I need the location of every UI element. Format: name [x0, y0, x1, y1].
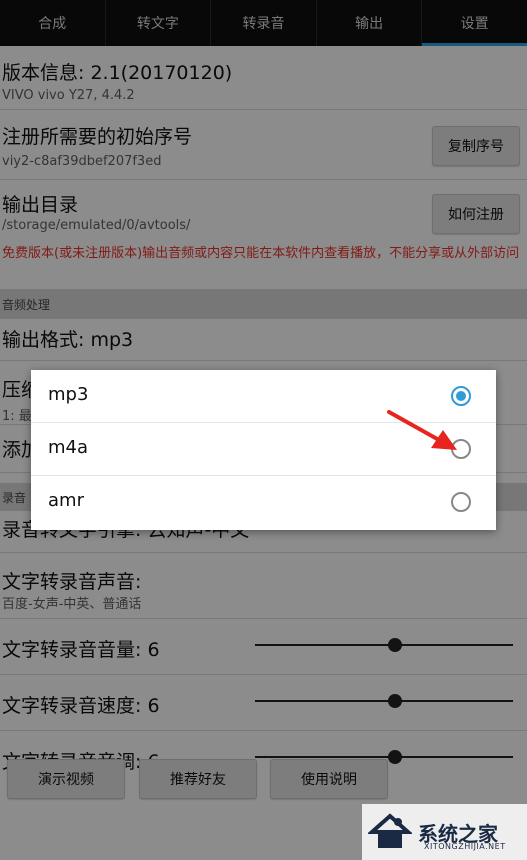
radio-amr[interactable] [451, 492, 471, 512]
option-amr[interactable]: amr [31, 476, 496, 529]
house-logo-icon [368, 813, 412, 848]
radio-mp3[interactable] [451, 386, 471, 406]
red-arrow-icon [387, 410, 457, 450]
watermark-logo: 系统之家 XITONGZHIJIA.NET [362, 804, 527, 860]
watermark-site: XITONGZHIJIA.NET [424, 842, 506, 851]
option-amr-label: amr [48, 490, 84, 511]
option-m4a-label: m4a [48, 437, 89, 458]
option-mp3-label: mp3 [48, 384, 89, 405]
